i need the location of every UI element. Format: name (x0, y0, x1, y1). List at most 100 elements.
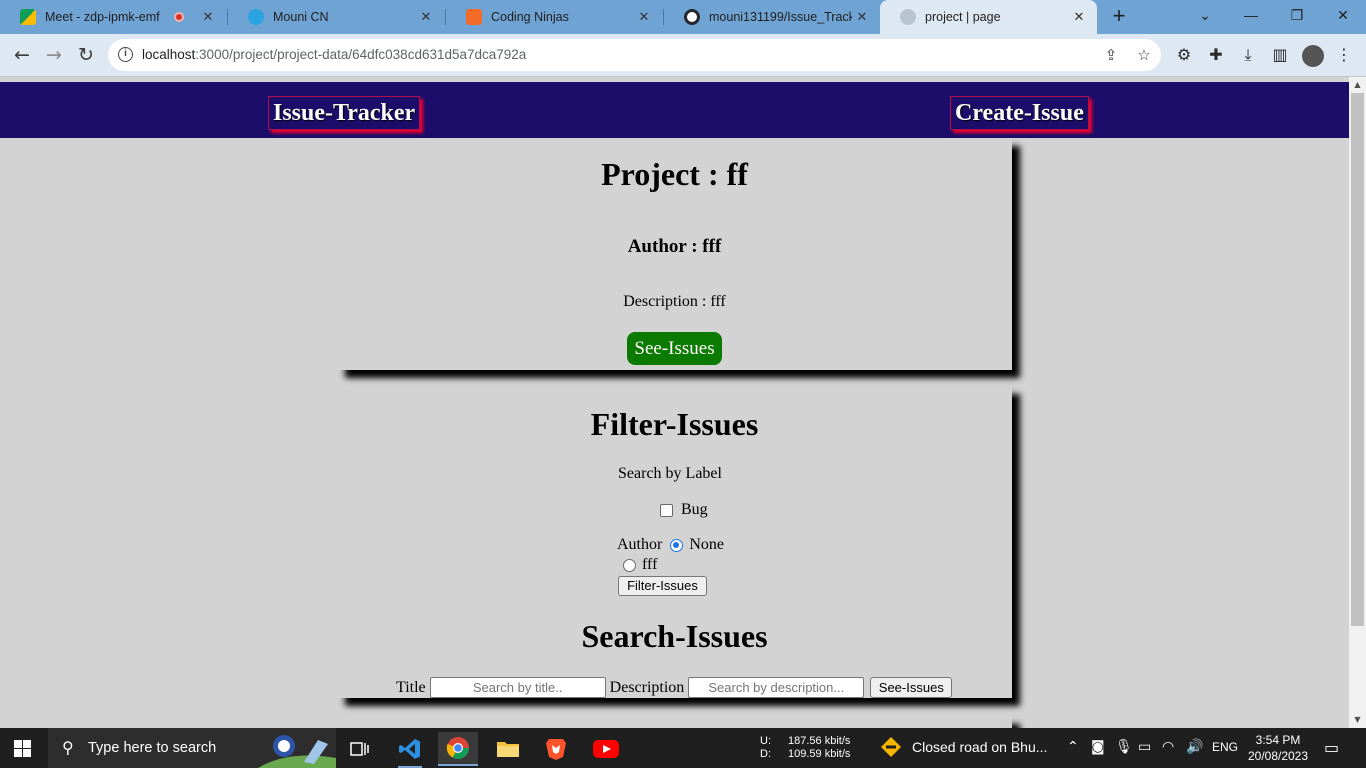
news-text: Closed road on Bhu... (912, 739, 1048, 755)
close-tab-icon[interactable]: ✕ (634, 9, 654, 25)
title-label: Title (396, 678, 426, 696)
search-by-label-heading: Search by Label (618, 465, 722, 482)
google-meet-icon (20, 9, 36, 25)
notifications-icon[interactable]: ▭ (1324, 738, 1339, 757)
author-none-radio[interactable] (670, 538, 684, 552)
brave-browser-icon[interactable] (536, 732, 576, 766)
bug-label: Bug (681, 501, 708, 518)
description-value: fff (710, 293, 726, 310)
bookmark-star-icon[interactable]: ☆ (1135, 46, 1153, 64)
upload-label: U: (760, 735, 771, 747)
news-widget[interactable]: Closed road on Bhu... (880, 736, 1047, 758)
scroll-down-arrow-icon[interactable]: ▼ (1349, 712, 1366, 728)
chrome-menu-icon[interactable]: ⋮ (1334, 45, 1354, 65)
search-see-issues-button[interactable]: See-Issues (870, 677, 953, 698)
description-label: Description : (623, 293, 707, 310)
scroll-thumb[interactable] (1351, 93, 1364, 626)
minimize-button[interactable]: — (1228, 0, 1274, 30)
road-warning-icon (881, 737, 901, 757)
show-hidden-icons-icon[interactable]: ⌃ (1067, 739, 1079, 755)
search-highlight-icon (258, 735, 336, 768)
search-title-input[interactable]: Search by title.. (429, 677, 606, 698)
see-issues-button[interactable]: See-Issues (627, 332, 722, 365)
author-none-label: None (689, 536, 724, 553)
battery-icon[interactable]: ▭ (1138, 739, 1151, 755)
windows-start-icon[interactable] (14, 740, 31, 757)
browser-tab-telegram[interactable]: Mouni CN ✕ (228, 0, 444, 34)
browser-toolbar: ← → ↻ i localhost:3000/project/project-d… (0, 34, 1366, 76)
address-bar[interactable]: i localhost:3000/project/project-data/64… (108, 39, 1161, 71)
close-window-button[interactable]: ✕ (1320, 0, 1366, 30)
back-icon[interactable]: ← (7, 40, 37, 70)
tab-title: Meet - zdp-ipmk-emf (45, 10, 160, 24)
taskbar-clock[interactable]: 3:54 PM 20/08/2023 (1244, 732, 1312, 764)
download-speed: 109.59 kbit/s (788, 748, 851, 760)
issues-card (337, 716, 1012, 728)
language-indicator[interactable]: ENG (1212, 740, 1238, 754)
task-view-icon[interactable] (340, 732, 380, 766)
author-row-fff: fff (617, 556, 657, 574)
close-tab-icon[interactable]: ✕ (198, 9, 218, 25)
browser-tab-meet[interactable]: Meet - zdp-ipmk-emf ✕ (0, 0, 226, 34)
label-option-bug: Bug (660, 501, 708, 519)
site-header: Issue-Tracker Create-Issue (0, 82, 1349, 138)
network-speed-monitor: U: 187.56 kbit/s D: 109.59 kbit/s (760, 735, 850, 761)
browser-tab-coding-ninjas[interactable]: Coding Ninjas ✕ (446, 0, 662, 34)
taskbar-search-box[interactable]: ⚲ Type here to search (48, 728, 336, 768)
project-card: Project : ff Author : fff Description :f… (337, 138, 1012, 370)
youtube-icon[interactable] (586, 732, 626, 766)
filter-card: Filter-Issues Search by Label Bug Author… (337, 386, 1012, 698)
file-explorer-icon[interactable] (488, 732, 528, 766)
browser-tab-project-page[interactable]: project | page ✕ (880, 0, 1097, 34)
side-panel-icon[interactable]: ▥ (1270, 45, 1290, 65)
profile-avatar-icon[interactable] (1302, 45, 1324, 67)
bug-checkbox[interactable] (660, 503, 673, 517)
webcam-icon[interactable]: ◙ (1091, 739, 1105, 755)
project-description: Description : fff (337, 293, 1012, 311)
extensions-puzzle-icon[interactable]: ✚ (1206, 45, 1226, 65)
new-tab-button[interactable]: + (1106, 4, 1132, 30)
scroll-up-arrow-icon[interactable]: ▲ (1349, 77, 1366, 93)
download-label: D: (760, 748, 771, 760)
taskbar-search-placeholder: Type here to search (88, 740, 217, 756)
tab-title: Mouni CN (273, 10, 329, 24)
search-icon: ⚲ (62, 738, 74, 757)
forward-icon[interactable]: → (39, 40, 69, 70)
description-search-label: Description (609, 678, 685, 696)
download-icon[interactable]: ⤓ (1238, 45, 1258, 65)
author-label: Author (617, 536, 663, 553)
create-issue-link[interactable]: Create-Issue (950, 96, 1089, 130)
author-row: Author None (617, 536, 724, 554)
tab-title: project | page (925, 10, 1001, 24)
windows-taskbar: ⚲ Type here to search U: 187.56 kbit/s D:… (0, 728, 1366, 768)
clock-time: 3:54 PM (1255, 733, 1301, 747)
microphone-icon[interactable]: 🎙 (1115, 739, 1133, 755)
project-author: Author : fff (627, 236, 722, 257)
reload-icon[interactable]: ↻ (71, 40, 101, 70)
site-info-icon[interactable]: i (118, 47, 133, 62)
wifi-icon[interactable]: ◠ (1162, 739, 1174, 755)
filter-issues-button[interactable]: Filter-Issues (618, 576, 707, 596)
github-icon (684, 9, 700, 25)
volume-icon[interactable]: 🔊 (1186, 739, 1203, 755)
project-title: Project : ff (601, 156, 748, 192)
restore-button[interactable]: ❐ (1274, 0, 1320, 30)
close-tab-icon[interactable]: ✕ (1069, 9, 1089, 25)
extension-gear-icon[interactable]: ⚙ (1174, 45, 1194, 65)
page-viewport: Issue-Tracker Create-Issue Project : ff … (0, 77, 1349, 728)
url-text: localhost:3000/project/project-data/64df… (142, 47, 527, 62)
vscode-icon[interactable] (390, 732, 430, 768)
browser-tab-github[interactable]: mouni131199/Issue_Tracker ✕ (664, 0, 880, 34)
share-icon[interactable]: ⇪ (1102, 46, 1120, 64)
close-tab-icon[interactable]: ✕ (416, 9, 436, 25)
page-scrollbar[interactable]: ▲ ▼ (1349, 77, 1366, 728)
author-fff-radio[interactable] (623, 558, 636, 572)
close-tab-icon[interactable]: ✕ (852, 9, 872, 25)
globe-icon (900, 9, 916, 25)
chrome-icon[interactable] (438, 732, 478, 766)
tab-search-button[interactable]: ⌄ (1182, 0, 1228, 30)
brand-link[interactable]: Issue-Tracker (268, 96, 421, 130)
search-description-input[interactable]: Search by description... (688, 677, 865, 698)
upload-speed: 187.56 kbit/s (788, 735, 851, 747)
tab-title: Coding Ninjas (491, 10, 569, 24)
